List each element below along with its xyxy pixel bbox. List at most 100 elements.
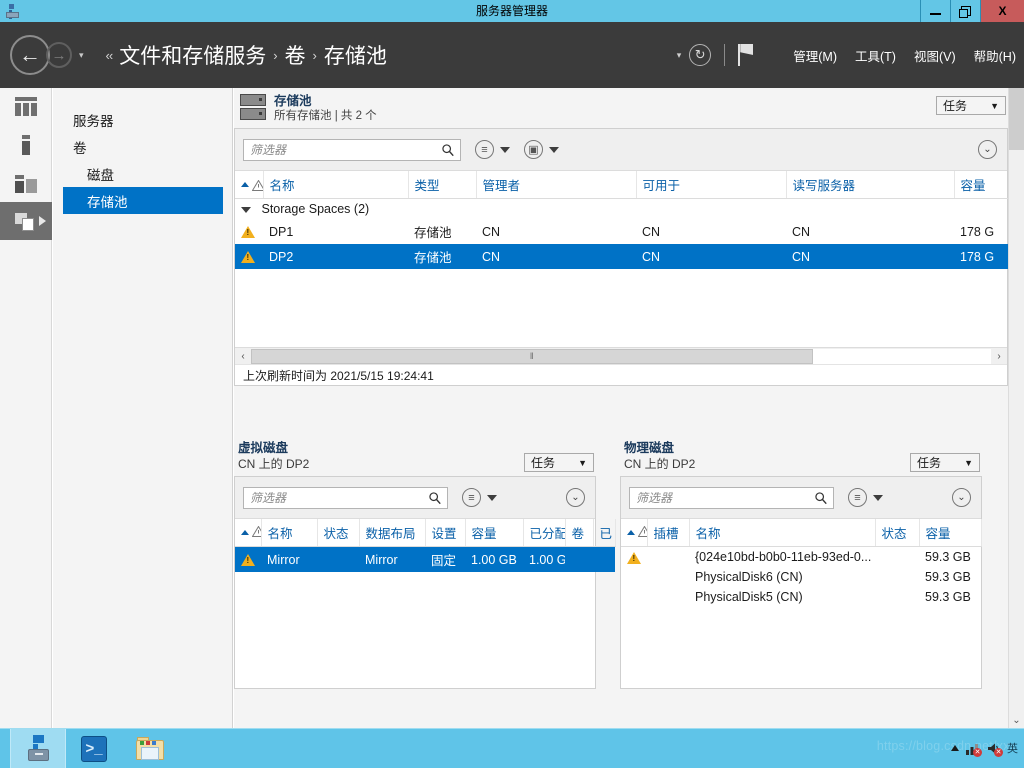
storage-pools-filter-input[interactable] xyxy=(243,138,461,161)
scroll-down-icon[interactable]: ⌄ xyxy=(1009,712,1024,728)
column-header-status[interactable]: 状态 xyxy=(317,519,360,547)
table-row[interactable]: Mirror Mirror 固定 1.00 GB 1.00 GB xyxy=(235,546,615,572)
scrollbar-track[interactable]: ‖ xyxy=(251,348,991,364)
storage-pools-grid: ≡ ▣ ⌄ xyxy=(234,128,1015,386)
column-header-read-write-server[interactable]: 读写服务器 xyxy=(786,171,955,199)
menu-tools[interactable]: 工具(T) xyxy=(855,46,896,65)
table-row[interactable]: PhysicalDisk6 (CN) 59.3 GB xyxy=(621,567,981,587)
chevron-down-icon: ▼ xyxy=(578,457,587,468)
volume-icon[interactable]: ✕ xyxy=(986,741,1003,757)
table-row[interactable]: {024e10bd-b0b0-11eb-93ed-0... 59.3 GB xyxy=(621,547,981,568)
ime-indicator[interactable]: 英 xyxy=(1007,740,1018,756)
column-header-capacity[interactable]: 容量 xyxy=(954,171,1015,199)
column-header-name[interactable]: 名称 xyxy=(261,519,318,547)
menu-help[interactable]: 帮助(H) xyxy=(974,46,1016,65)
view-options-icon[interactable]: ≡ xyxy=(475,140,494,159)
column-header-warning[interactable] xyxy=(235,519,262,547)
physical-disks-filter-input[interactable] xyxy=(629,486,834,509)
column-header-slot[interactable]: 插槽 xyxy=(647,519,690,547)
virtual-disks-filter-input[interactable] xyxy=(243,486,448,509)
scrollbar-thumb[interactable]: ‖ xyxy=(251,348,814,364)
taskbar-item-file-explorer[interactable] xyxy=(122,729,178,768)
table-row[interactable]: DP2 存储池 CN CN CN 178 G xyxy=(235,244,1014,269)
minimize-button[interactable] xyxy=(920,0,950,22)
table-row[interactable]: DP1 存储池 CN CN CN 178 G xyxy=(235,219,1014,244)
column-header-managed-by[interactable]: 管理者 xyxy=(476,171,637,199)
sidebar-item-volumes[interactable]: 卷 xyxy=(53,133,232,160)
breadcrumb-item-storage-pools[interactable]: 存储池 xyxy=(324,40,387,70)
breadcrumb: ‹‹ 文件和存储服务 › 卷 › 存储池 xyxy=(106,40,387,70)
breadcrumb-item-volumes[interactable]: 卷 xyxy=(285,40,306,70)
window-vertical-scrollbar[interactable]: ⌄ xyxy=(1008,88,1024,728)
column-header-warning[interactable] xyxy=(621,519,648,547)
chevron-down-icon: ▼ xyxy=(964,457,973,468)
column-header-name[interactable]: 名称 xyxy=(263,171,409,199)
group-collapse-icon[interactable] xyxy=(241,206,251,213)
column-header-settings[interactable]: 设置 xyxy=(425,519,466,547)
view-options-caret-icon[interactable] xyxy=(873,494,883,501)
table-group-row[interactable]: Storage Spaces (2) xyxy=(235,199,1014,220)
column-header-allocated[interactable]: 已分配 xyxy=(523,519,566,547)
window-controls: X xyxy=(920,0,1024,22)
warning-icon xyxy=(241,251,255,264)
save-query-caret-icon[interactable] xyxy=(549,146,559,153)
rail-item-server[interactable] xyxy=(0,126,52,164)
view-options-icon[interactable]: ≡ xyxy=(462,488,481,507)
back-button[interactable]: ← xyxy=(10,35,50,75)
column-header-used[interactable]: 已 xyxy=(593,519,616,547)
scroll-right-icon[interactable]: › xyxy=(991,348,1007,364)
rail-item-dashboard[interactable] xyxy=(0,88,52,126)
column-header-type[interactable]: 类型 xyxy=(408,171,477,199)
forward-button[interactable]: → xyxy=(46,42,72,68)
sidebar-item-servers[interactable]: 服务器 xyxy=(53,106,232,133)
storage-pools-tasks-button[interactable]: 任务 ▼ xyxy=(936,96,1006,115)
save-query-icon[interactable]: ▣ xyxy=(524,140,543,159)
maximize-button[interactable] xyxy=(950,0,980,22)
breadcrumb-overflow-icon[interactable]: ‹‹ xyxy=(106,48,114,63)
physical-disks-tasks-button[interactable]: 任务 ▼ xyxy=(910,453,980,472)
scrollbar-thumb[interactable] xyxy=(1009,88,1024,150)
view-options-caret-icon[interactable] xyxy=(487,494,497,501)
sidebar-item-disks[interactable]: 磁盘 xyxy=(53,160,232,187)
column-header-status[interactable]: 状态 xyxy=(875,519,920,547)
network-icon[interactable]: ✕ xyxy=(965,741,982,757)
file-explorer-icon xyxy=(136,736,164,761)
view-options-caret-icon[interactable] xyxy=(500,146,510,153)
collapse-panel-icon[interactable]: ⌄ xyxy=(566,488,585,507)
cell-status xyxy=(875,567,919,587)
taskbar-item-server-manager[interactable] xyxy=(10,728,66,768)
table-row[interactable]: PhysicalDisk5 (CN) 59.3 GB xyxy=(621,587,981,607)
tray-expand-icon[interactable] xyxy=(951,745,959,751)
column-header-warning[interactable] xyxy=(235,171,264,199)
breadcrumb-item-file-and-storage[interactable]: 文件和存储服务 xyxy=(119,40,266,70)
collapse-panel-icon[interactable]: ⌄ xyxy=(952,488,971,507)
cell-allocated: 1.00 GB xyxy=(523,546,565,572)
scroll-left-icon[interactable]: ‹ xyxy=(235,348,251,364)
cell-name: Mirror xyxy=(261,546,317,572)
notifications-flag-icon[interactable] xyxy=(738,44,755,66)
notifications-caret-icon[interactable]: ▾ xyxy=(677,50,682,61)
column-header-capacity[interactable]: 容量 xyxy=(919,519,982,547)
menu-view[interactable]: 视图(V) xyxy=(914,46,956,65)
storage-pool-icon xyxy=(15,211,37,231)
menu-manage[interactable]: 管理(M) xyxy=(793,46,837,65)
horizontal-scrollbar[interactable]: ‹ ‖ › xyxy=(235,347,1007,364)
rail-item-volumes[interactable] xyxy=(0,164,52,202)
collapse-panel-icon[interactable]: ⌄ xyxy=(978,140,997,159)
physical-disks-table: 插槽 名称 状态 容量 ! {024e10bd-b0b0-11eb-93ed-0… xyxy=(621,519,982,607)
virtual-disks-tasks-button[interactable]: 任务 ▼ xyxy=(524,453,594,472)
rail-item-storage-pools[interactable] xyxy=(0,202,52,240)
taskbar-item-powershell[interactable]: >_ xyxy=(66,729,122,768)
history-caret-icon[interactable]: ▾ xyxy=(79,50,84,61)
column-header-capacity[interactable]: 容量 xyxy=(465,519,524,547)
close-button[interactable]: X xyxy=(980,0,1024,22)
column-header-available-to[interactable]: 可用于 xyxy=(636,171,787,199)
physical-disks-grid: ≡ ⌄ xyxy=(620,476,982,689)
view-options-icon[interactable]: ≡ xyxy=(848,488,867,507)
column-header-name[interactable]: 名称 xyxy=(689,519,876,547)
refresh-icon[interactable]: ↻ xyxy=(689,44,712,66)
sidebar-item-storage-pools[interactable]: 存储池 xyxy=(63,187,223,214)
column-header-layout[interactable]: 数据布局 xyxy=(359,519,426,547)
column-header-volume[interactable]: 卷 xyxy=(565,519,594,547)
rail-expand-icon[interactable] xyxy=(39,216,46,226)
